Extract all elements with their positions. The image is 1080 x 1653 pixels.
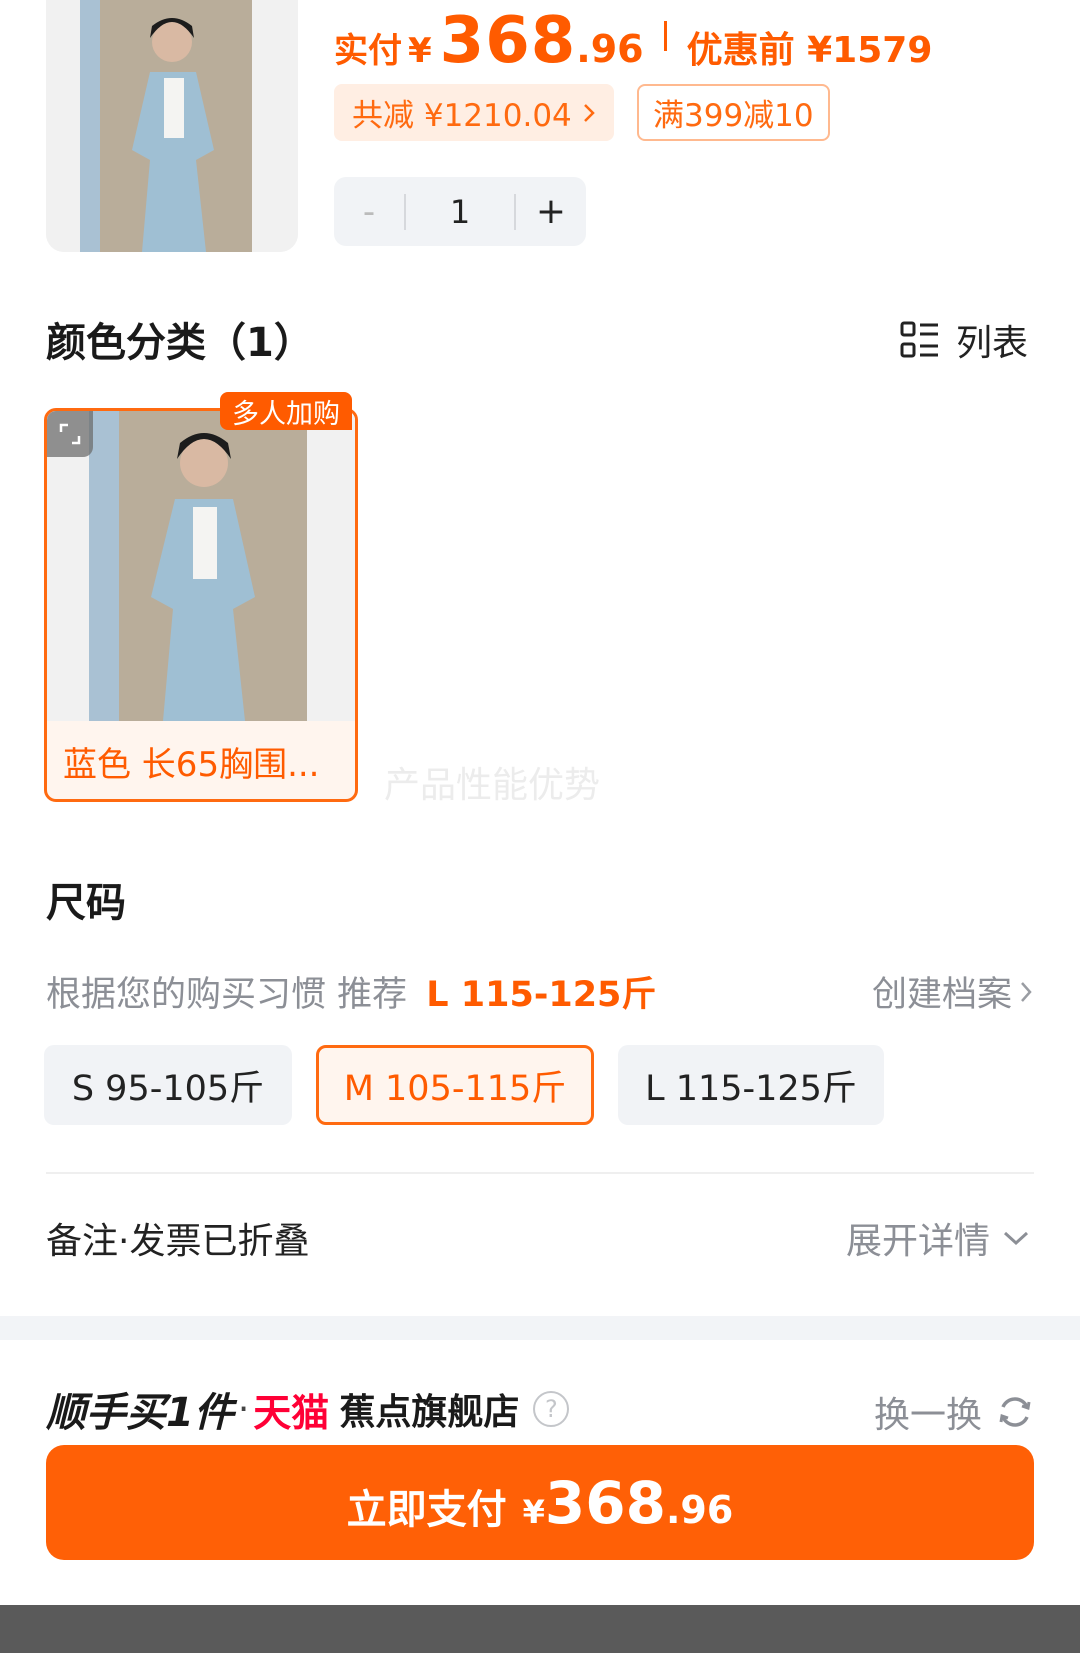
price-separator (663, 21, 667, 51)
product-thumbnail[interactable] (46, 0, 298, 252)
pay-currency: ¥ (522, 1493, 545, 1531)
section-gap (0, 1316, 1080, 1340)
recommendation-text: 根据您的购买习惯 推荐 (46, 975, 408, 1015)
system-navigation-bar (0, 1605, 1080, 1653)
chevron-down-icon (1003, 1231, 1029, 1246)
size-recommendation: 根据您的购买习惯 推荐 L 115-125斤 (46, 966, 656, 1017)
sku-option-blue[interactable]: 蓝色 长65胸围... (44, 408, 358, 802)
pay-price-decimal: .96 (666, 1488, 734, 1532)
notes-invoice-label: 备注·发票已折叠 (46, 1221, 310, 1262)
size-section-title: 尺码 (46, 880, 126, 926)
coupon-tag[interactable]: 满399减10 (637, 84, 830, 141)
size-option-m[interactable]: M 105-115斤 (316, 1045, 594, 1125)
create-profile-label: 创建档案 (871, 975, 1012, 1015)
pay-price-integer: 368 (544, 1469, 666, 1537)
chevron-right-icon (583, 103, 595, 122)
quantity-stepper: - 1 + (334, 177, 586, 246)
pay-now-button[interactable]: 立即支付 ¥ 368 .96 (46, 1445, 1034, 1560)
refresh-icon (999, 1397, 1031, 1427)
price-line: 实付 ¥ 368 .96 优惠前 ¥1579 (334, 4, 932, 78)
pay-now-label: 立即支付 (346, 1487, 507, 1533)
store-name[interactable]: 蕉点旗舰店 (339, 1383, 519, 1435)
addon-dot: · (237, 1388, 250, 1430)
list-view-toggle[interactable]: 列表 (900, 314, 1028, 366)
currency-symbol: ¥ (408, 31, 432, 71)
swap-button[interactable]: 换一换 (874, 1386, 1034, 1438)
discount-tag[interactable]: 共减 ¥1210.04 (334, 84, 614, 141)
chevron-right-icon (1021, 981, 1032, 1002)
expand-icon (59, 423, 81, 445)
recommended-size: L 115-125斤 (426, 975, 657, 1015)
size-option-s[interactable]: S 95-105斤 (44, 1045, 292, 1125)
sku-image (47, 411, 355, 721)
size-option-l[interactable]: L 115-125斤 (618, 1045, 884, 1125)
addon-title: 顺手买1件 (46, 1390, 234, 1436)
swap-label: 换一换 (873, 1395, 982, 1436)
hot-badge: 多人加购 (220, 392, 352, 430)
price-decimal: .96 (576, 27, 644, 71)
list-view-icon (900, 321, 938, 358)
tmall-logo-text: 天猫 (253, 1390, 330, 1435)
sku-photo-illustration (47, 411, 355, 721)
sku-name: 蓝色 长65胸围... (63, 745, 320, 785)
expand-details-button[interactable]: 展开详情 (846, 1212, 1030, 1264)
increase-button[interactable]: + (516, 191, 586, 232)
watermark-text: 产品性能优势 (384, 765, 601, 806)
decrease-button[interactable]: - (334, 192, 404, 232)
help-circle-icon[interactable]: ? (533, 1391, 570, 1427)
original-price: 优惠前 ¥1579 (686, 30, 933, 71)
section-divider (46, 1172, 1034, 1174)
product-photo-illustration (46, 0, 298, 252)
list-view-label: 列表 (955, 323, 1028, 364)
discount-text: 共减 ¥1210.04 (352, 98, 572, 134)
create-profile-link[interactable]: 创建档案 (872, 966, 1034, 1017)
price-label: 实付 (334, 31, 402, 71)
expand-details-label: 展开详情 (845, 1221, 990, 1262)
coupon-text: 满399减10 (653, 98, 814, 134)
addon-recommendation: 顺手买1件 · 天猫 蕉点旗舰店 ? (46, 1380, 570, 1438)
price-integer: 368 (439, 4, 577, 78)
color-section-title: 颜色分类（1） (46, 320, 314, 366)
expand-image-button[interactable] (47, 411, 93, 457)
quantity-value[interactable]: 1 (406, 193, 514, 231)
